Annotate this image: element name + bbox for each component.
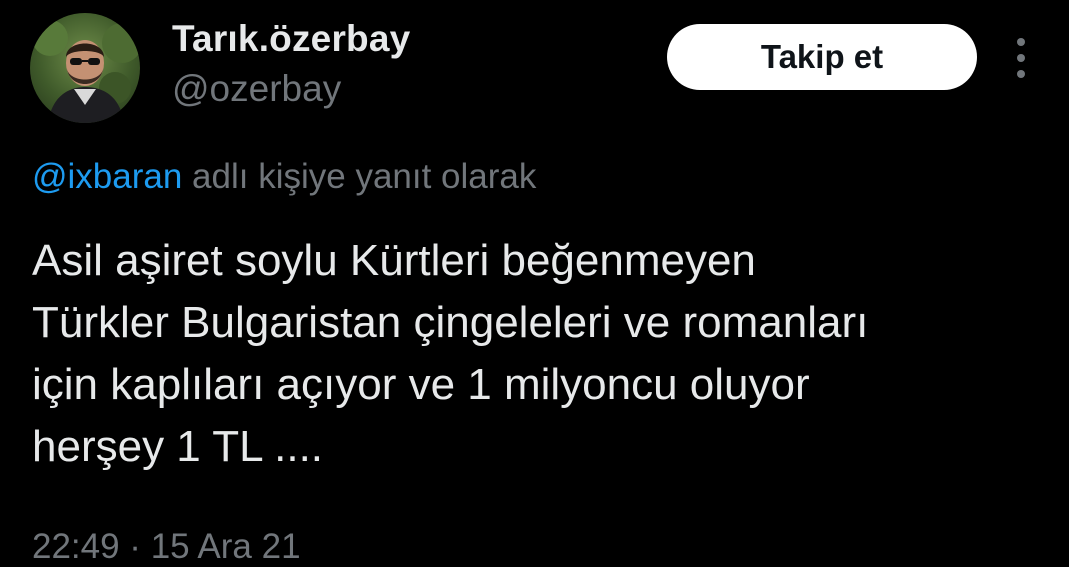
avatar-image xyxy=(32,20,140,123)
reply-context: @ixbaran adlı kişiye yanıt olarak xyxy=(32,157,536,197)
tweet-timestamp[interactable]: 22:49 · 15 Ara 21 xyxy=(32,527,301,567)
tweet-text-line: Türkler Bulgaristan çingeleleri ve roman… xyxy=(32,298,869,347)
tweet-text-line: Asil aşiret soylu Kürtleri beğenmeyen xyxy=(32,236,756,285)
more-dot xyxy=(1017,38,1025,46)
tweet-detail: Tarık.özerbay @ozerbay Takip et @ixbaran… xyxy=(0,0,1069,566)
avatar[interactable] xyxy=(30,13,140,123)
author-handle[interactable]: @ozerbay xyxy=(172,68,341,110)
reply-mention-link[interactable]: @ixbaran xyxy=(32,157,182,196)
tweet-text: Asil aşiret soylu Kürtleri beğenmeyen Tü… xyxy=(32,230,1052,478)
author-display-name[interactable]: Tarık.özerbay xyxy=(172,18,410,60)
tweet-text-line: için kaplıları açıyor ve 1 milyoncu oluy… xyxy=(32,360,810,409)
tweet-text-line: herşey 1 TL .... xyxy=(32,422,324,471)
reply-context-label: adlı kişiye yanıt olarak xyxy=(182,157,537,196)
more-dot xyxy=(1017,70,1025,78)
more-options-icon[interactable] xyxy=(1003,38,1039,78)
more-dot xyxy=(1017,54,1025,62)
follow-button[interactable]: Takip et xyxy=(667,24,977,90)
